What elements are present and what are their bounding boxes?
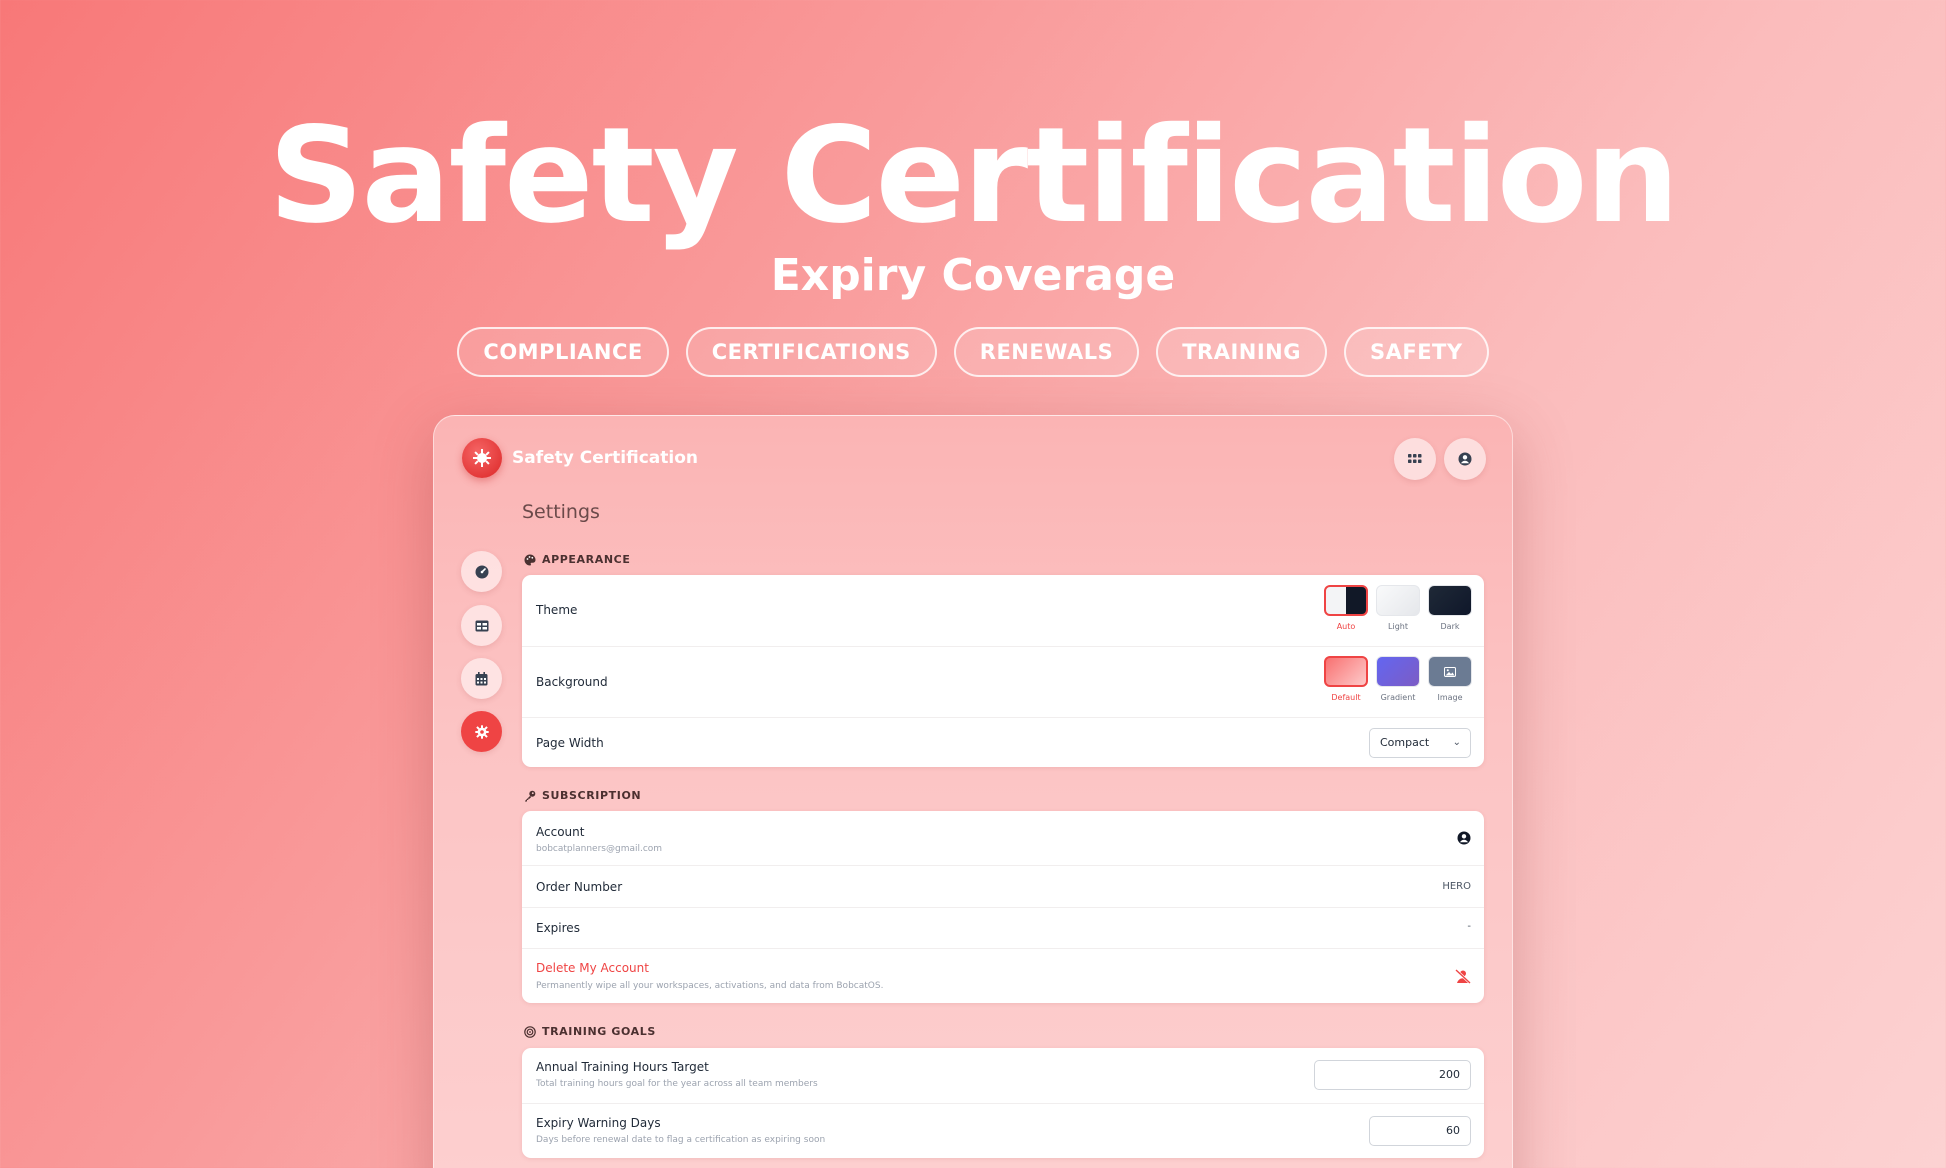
theme-option-dark[interactable]: Dark: [1428, 585, 1472, 631]
theme-row: Theme Auto Light Dark: [522, 575, 1484, 646]
background-gradient-swatch: [1376, 656, 1420, 687]
subscription-section-title: SUBSCRIPTION: [542, 789, 642, 802]
image-icon: [1444, 666, 1456, 677]
gauge-icon: [475, 565, 488, 578]
tag-list: COMPLIANCE CERTIFICATIONS RENEWALS TRAIN…: [0, 327, 1946, 377]
training-goals-card: Annual Training Hours Target Total train…: [522, 1048, 1484, 1158]
background-label: Background: [536, 675, 608, 689]
background-option-default[interactable]: Default: [1324, 656, 1368, 702]
theme-light-caption: Light: [1388, 622, 1408, 631]
background-options: Default Gradient Image: [1324, 656, 1472, 702]
background-gradient-caption: Gradient: [1380, 693, 1416, 702]
account-label: Account: [536, 825, 585, 839]
background-image-caption: Image: [1437, 693, 1463, 702]
theme-auto-swatch: [1324, 585, 1368, 616]
delete-account-label[interactable]: Delete My Account: [536, 961, 649, 975]
key-icon: [525, 790, 536, 801]
expires-value: -: [1467, 921, 1471, 932]
expiry-warning-desc: Days before renewal date to flag a certi…: [536, 1135, 826, 1145]
expires-row: Expires -: [522, 907, 1484, 948]
account-email: bobcatplanners@gmail.com: [536, 844, 663, 854]
theme-dark-caption: Dark: [1440, 622, 1460, 631]
theme-label: Theme: [536, 603, 578, 617]
page-width-value: Compact: [1380, 736, 1430, 749]
training-hours-row: Annual Training Hours Target Total train…: [522, 1048, 1484, 1103]
background-default-caption: Default: [1331, 693, 1361, 702]
order-number-row: Order Number HERO: [522, 865, 1484, 907]
hero-subtitle: Expiry Coverage: [770, 250, 1176, 301]
background-default-swatch: [1324, 656, 1368, 687]
tag-compliance: COMPLIANCE: [457, 327, 669, 377]
expiry-warning-row: Expiry Warning Days Days before renewal …: [522, 1103, 1484, 1158]
order-number-label: Order Number: [536, 880, 623, 894]
background-row: Background Default Gradient Image: [522, 646, 1484, 717]
background-option-gradient[interactable]: Gradient: [1376, 656, 1420, 702]
order-number-value: HERO: [1442, 881, 1471, 892]
app-name: Safety Certification: [512, 448, 698, 468]
training-hours-desc: Total training hours goal for the year a…: [536, 1079, 818, 1089]
training-hours-label: Annual Training Hours Target: [536, 1060, 709, 1074]
theme-options: Auto Light Dark: [1324, 585, 1472, 631]
theme-light-swatch: [1376, 585, 1420, 616]
tag-safety: SAFETY: [1343, 327, 1489, 377]
page-width-select[interactable]: Compact ⌄: [1369, 728, 1471, 758]
theme-option-light[interactable]: Light: [1376, 585, 1420, 631]
nav-settings[interactable]: [461, 711, 502, 752]
background-option-image[interactable]: Image: [1428, 656, 1472, 702]
tag-renewals: RENEWALS: [953, 327, 1140, 377]
theme-auto-caption: Auto: [1336, 622, 1356, 631]
subscription-card: Account bobcatplanners@gmail.com Order N…: [522, 811, 1484, 1003]
appearance-section-title: APPEARANCE: [542, 553, 631, 566]
user-circle-icon: [1458, 452, 1472, 466]
gear-icon: [474, 724, 489, 739]
user-delete-icon[interactable]: [1455, 969, 1471, 984]
theme-option-auto[interactable]: Auto: [1324, 585, 1368, 631]
page-width-row: Page Width Compact ⌄: [522, 717, 1484, 767]
user-circle-icon[interactable]: [1457, 831, 1471, 845]
tag-training: TRAINING: [1156, 327, 1327, 377]
nav-table[interactable]: [461, 605, 502, 646]
training-section-title: TRAINING GOALS: [542, 1025, 656, 1038]
chevron-down-icon: ⌄: [1452, 737, 1461, 748]
subscription-section-label: SUBSCRIPTION: [524, 789, 641, 802]
page-width-label: Page Width: [536, 736, 604, 750]
appearance-section-label: APPEARANCE: [524, 553, 630, 566]
nav-calendar[interactable]: [461, 658, 502, 699]
theme-dark-swatch: [1428, 585, 1472, 616]
delete-account-row[interactable]: Delete My Account Permanently wipe all y…: [522, 948, 1484, 1003]
appearance-card: Theme Auto Light Dark Background Default…: [522, 575, 1484, 767]
target-icon: [524, 1025, 536, 1038]
grid-icon: [1408, 454, 1422, 463]
page-title: Settings: [522, 501, 600, 523]
calendar-icon: [475, 671, 488, 685]
tag-certifications: CERTIFICATIONS: [685, 327, 937, 377]
expiry-warning-label: Expiry Warning Days: [536, 1116, 661, 1130]
delete-account-desc: Permanently wipe all your workspaces, ac…: [536, 981, 884, 991]
background-image-swatch: [1428, 656, 1472, 687]
nav-dashboard[interactable]: [461, 551, 502, 592]
account-row: Account bobcatplanners@gmail.com: [522, 811, 1484, 865]
training-section-label: TRAINING GOALS: [524, 1025, 656, 1038]
user-profile-button[interactable]: [1444, 438, 1486, 480]
palette-icon: [524, 554, 536, 565]
hero-title: Safety Certification: [268, 99, 1679, 253]
expiry-warning-input[interactable]: 60: [1369, 1116, 1471, 1146]
apps-grid-button[interactable]: [1394, 438, 1436, 480]
app-window: Safety Certification Settings APPEARANCE…: [433, 415, 1513, 1168]
table-icon: [475, 620, 488, 631]
training-hours-input[interactable]: 200: [1314, 1060, 1471, 1090]
expires-label: Expires: [536, 921, 580, 935]
app-logo-icon: [462, 438, 502, 478]
